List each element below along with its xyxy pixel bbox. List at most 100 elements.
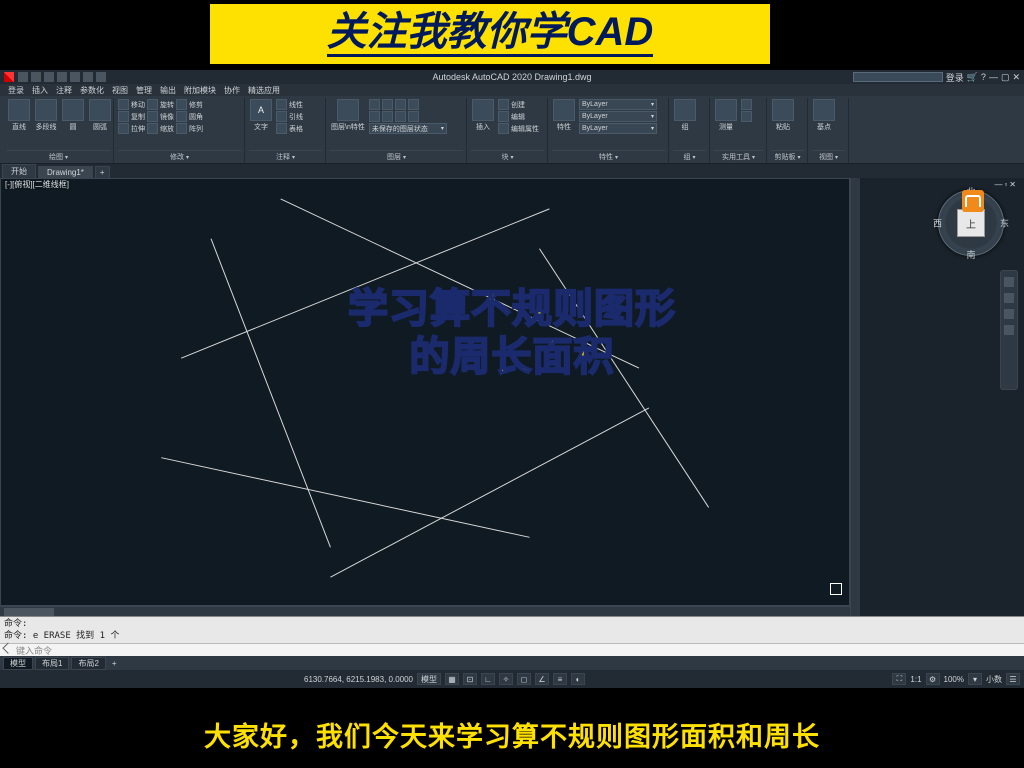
vertical-scrollbar[interactable] [850, 178, 860, 616]
annotation-scale-button[interactable]: ⛶ [892, 673, 906, 685]
trim-icon[interactable] [176, 99, 187, 110]
array-icon[interactable] [176, 123, 187, 134]
tab-collab[interactable]: 协作 [224, 85, 240, 96]
add-layout-button[interactable]: + [108, 659, 121, 668]
block-attr-icon[interactable] [498, 123, 509, 134]
vp-close-icon[interactable]: ✕ [1009, 180, 1016, 189]
layout2-tab[interactable]: 布局2 [71, 657, 105, 670]
layer-state-dropdown[interactable]: 未保存的图层状态 [369, 123, 447, 134]
drawing-canvas[interactable] [0, 178, 850, 606]
qat-plot-icon[interactable] [70, 72, 80, 82]
tab-annotate[interactable]: 注释 [56, 85, 72, 96]
help-icon[interactable]: ? [981, 72, 986, 82]
model-tab[interactable]: 模型 [3, 657, 33, 670]
group-button[interactable]: 组 [673, 99, 697, 132]
qat-undo-icon[interactable] [83, 72, 93, 82]
command-input[interactable]: 键入命令 [0, 643, 1024, 657]
block-edit-icon[interactable] [498, 111, 509, 122]
fillet-icon[interactable] [176, 111, 187, 122]
tab-view[interactable]: 视图 [112, 85, 128, 96]
maximize-button[interactable]: ▢ [1001, 72, 1010, 83]
qat-new-icon[interactable] [18, 72, 28, 82]
block-insert-button[interactable]: 插入 [471, 99, 495, 132]
text-button[interactable]: A文字 [249, 99, 273, 132]
util-1-icon[interactable] [741, 99, 752, 110]
util-2-icon[interactable] [741, 111, 752, 122]
layer-iso-icon[interactable] [369, 111, 380, 122]
tab-home[interactable]: 登录 [8, 85, 24, 96]
layer-lock-icon[interactable] [395, 99, 406, 110]
layer-properties-button[interactable]: 图层\n特性 [330, 99, 366, 132]
nav-pan-icon[interactable] [1004, 293, 1014, 303]
color-dropdown[interactable]: ByLayer [579, 99, 657, 110]
copy-icon[interactable] [118, 111, 129, 122]
tab-output[interactable]: 输出 [160, 85, 176, 96]
otrack-button[interactable]: ∠ [535, 673, 549, 685]
ortho-button[interactable]: ∟ [481, 673, 495, 685]
minimize-button[interactable]: — [989, 72, 998, 82]
measure-button[interactable]: 测量 [714, 99, 738, 132]
share-badge-icon[interactable] [962, 190, 984, 212]
basepoint-button[interactable]: 基点 [812, 99, 836, 132]
grid-button[interactable]: ▦ [445, 673, 459, 685]
layer-off-icon[interactable] [382, 111, 393, 122]
viewcube-top-face[interactable]: 上 [957, 209, 985, 237]
zoom-value[interactable]: 100% [944, 675, 964, 684]
move-icon[interactable] [118, 99, 129, 110]
tab-insert[interactable]: 插入 [32, 85, 48, 96]
start-tab[interactable]: 开始 [2, 164, 36, 178]
transparency-button[interactable]: ◐ [571, 673, 585, 685]
anno-scale-value[interactable]: 1:1 [910, 675, 921, 684]
linetype-dropdown[interactable]: ByLayer [579, 123, 657, 134]
tab-addins[interactable]: 附加模块 [184, 85, 216, 96]
qat-open-icon[interactable] [31, 72, 41, 82]
osnap-button[interactable]: ◻ [517, 673, 531, 685]
qat-redo-icon[interactable] [96, 72, 106, 82]
leader-icon[interactable] [276, 111, 287, 122]
arc-button[interactable]: 圆弧 [88, 99, 112, 132]
snap-button[interactable]: ⊡ [463, 673, 477, 685]
dim-linear-icon[interactable] [276, 99, 287, 110]
table-icon[interactable] [276, 123, 287, 134]
layout1-tab[interactable]: 布局1 [35, 657, 69, 670]
paste-button[interactable]: 粘贴 [771, 99, 795, 132]
match-properties-button[interactable]: 特性 [552, 99, 576, 132]
nav-orbit-icon[interactable] [1004, 325, 1014, 335]
workspace-button[interactable]: ▾ [968, 673, 982, 685]
stretch-icon[interactable] [118, 123, 129, 134]
layer-unlock-icon[interactable] [408, 111, 419, 122]
nav-wheel-icon[interactable] [1004, 277, 1014, 287]
gear-icon[interactable]: ⚙ [926, 673, 940, 685]
nav-zoom-icon[interactable] [1004, 309, 1014, 319]
viewport-label[interactable]: [-][俯视][二维线框] [3, 179, 71, 190]
layer-on-icon[interactable] [369, 99, 380, 110]
lineweight-dropdown[interactable]: ByLayer [579, 111, 657, 122]
mirror-icon[interactable] [147, 111, 158, 122]
tab-parametric[interactable]: 参数化 [80, 85, 104, 96]
customization-button[interactable]: ☰ [1006, 673, 1020, 685]
coordinates-readout[interactable]: 6130.7664, 6215.1983, 0.0000 [304, 675, 413, 684]
new-tab-button[interactable]: + [95, 166, 110, 178]
polar-button[interactable]: ✧ [499, 673, 513, 685]
layer-match-icon[interactable] [408, 99, 419, 110]
layer-thaw-icon[interactable] [395, 111, 406, 122]
tab-manage[interactable]: 管理 [136, 85, 152, 96]
circle-button[interactable]: 圆 [61, 99, 85, 132]
autocad-logo-icon[interactable] [4, 72, 14, 82]
login-label[interactable]: 登录 [946, 71, 964, 84]
horizontal-scrollbar[interactable] [0, 606, 850, 616]
scale-icon[interactable] [147, 123, 158, 134]
qat-saveas-icon[interactable] [57, 72, 67, 82]
block-create-icon[interactable] [498, 99, 509, 110]
cart-icon[interactable]: 🛒 [967, 72, 978, 83]
polyline-button[interactable]: 多段线 [34, 99, 58, 132]
drawing1-tab[interactable]: Drawing1* [38, 166, 93, 178]
close-button[interactable]: ✕ [1012, 72, 1020, 83]
qat-save-icon[interactable] [44, 72, 54, 82]
lwt-button[interactable]: ≡ [553, 673, 567, 685]
layer-freeze-icon[interactable] [382, 99, 393, 110]
line-button[interactable]: 直线 [7, 99, 31, 132]
units-label[interactable]: 小数 [986, 674, 1002, 685]
tab-featured[interactable]: 精选应用 [248, 85, 280, 96]
rotate-icon[interactable] [147, 99, 158, 110]
